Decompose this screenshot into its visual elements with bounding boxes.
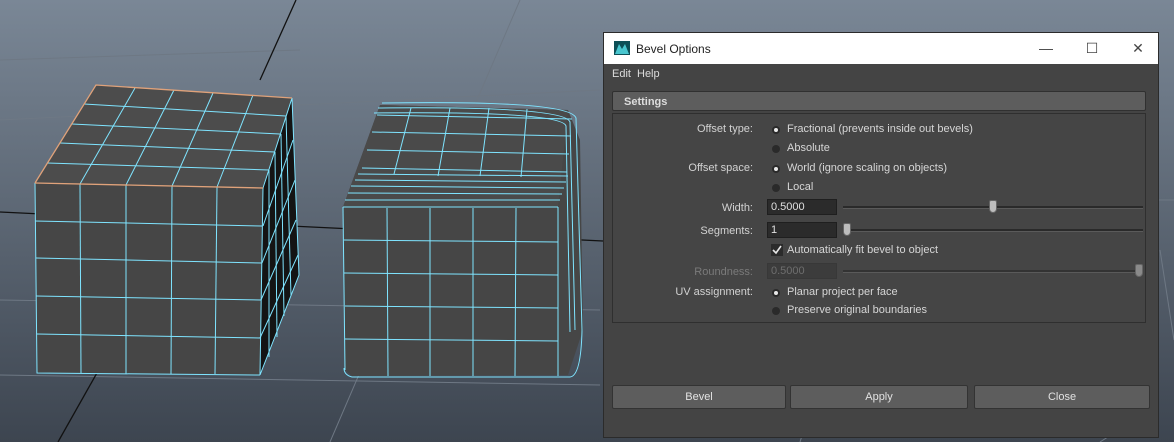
- auto-fit-label[interactable]: Automatically fit bevel to object: [787, 244, 938, 256]
- bevel-button[interactable]: Bevel: [612, 385, 786, 409]
- menu-bar: Edit Help: [604, 64, 1158, 86]
- width-field[interactable]: 0.5000: [767, 199, 837, 215]
- auto-fit-checkbox[interactable]: [771, 244, 783, 256]
- uv-assignment-label: UV assignment:: [675, 286, 753, 298]
- close-button[interactable]: Close: [974, 385, 1150, 409]
- minimize-icon[interactable]: —: [1034, 39, 1058, 57]
- width-label: Width:: [721, 202, 753, 214]
- cube-left[interactable]: [34, 84, 300, 376]
- radio-preserve-boundaries[interactable]: [772, 307, 780, 315]
- settings-panel: Offset type: Fractional (prevents inside…: [612, 113, 1146, 323]
- roundness-slider-handle: [1135, 264, 1143, 277]
- close-icon[interactable]: ✕: [1126, 39, 1150, 57]
- menu-edit[interactable]: Edit: [612, 68, 631, 80]
- checkmark-icon: [772, 245, 782, 255]
- roundness-field: 0.5000: [767, 263, 837, 279]
- segments-slider-handle[interactable]: [843, 223, 851, 236]
- roundness-label: Roundness:: [694, 266, 753, 278]
- segments-slider[interactable]: [843, 229, 1143, 232]
- width-slider-handle[interactable]: [989, 200, 997, 213]
- roundness-slider: [843, 270, 1143, 273]
- radio-absolute-label[interactable]: Absolute: [787, 142, 830, 154]
- cube-bevelled[interactable]: [342, 102, 583, 378]
- offset-type-label: Offset type:: [696, 123, 753, 135]
- radio-fractional-label[interactable]: Fractional (prevents inside out bevels): [787, 123, 973, 135]
- title-bar[interactable]: Bevel Options — ☐ ✕: [604, 33, 1158, 64]
- settings-section-header[interactable]: Settings: [612, 91, 1146, 111]
- segments-field[interactable]: 1: [767, 222, 837, 238]
- radio-absolute[interactable]: [772, 145, 780, 153]
- menu-help[interactable]: Help: [637, 68, 660, 80]
- offset-space-label: Offset space:: [688, 162, 753, 174]
- radio-world-label[interactable]: World (ignore scaling on objects): [787, 162, 947, 174]
- segments-label: Segments:: [700, 225, 753, 237]
- radio-planar-project[interactable]: [772, 289, 780, 297]
- radio-fractional[interactable]: [772, 126, 780, 134]
- apply-button[interactable]: Apply: [790, 385, 968, 409]
- radio-local[interactable]: [772, 184, 780, 192]
- window-title: Bevel Options: [636, 42, 711, 56]
- maximize-icon[interactable]: ☐: [1080, 39, 1104, 57]
- radio-world[interactable]: [772, 165, 780, 173]
- radio-local-label[interactable]: Local: [787, 181, 813, 193]
- bevel-options-dialog: Bevel Options — ☐ ✕ Edit Help Settings O…: [603, 32, 1159, 438]
- radio-preserve-boundaries-label[interactable]: Preserve original boundaries: [787, 304, 927, 316]
- radio-planar-project-label[interactable]: Planar project per face: [787, 286, 898, 298]
- maya-app-icon: [614, 41, 630, 55]
